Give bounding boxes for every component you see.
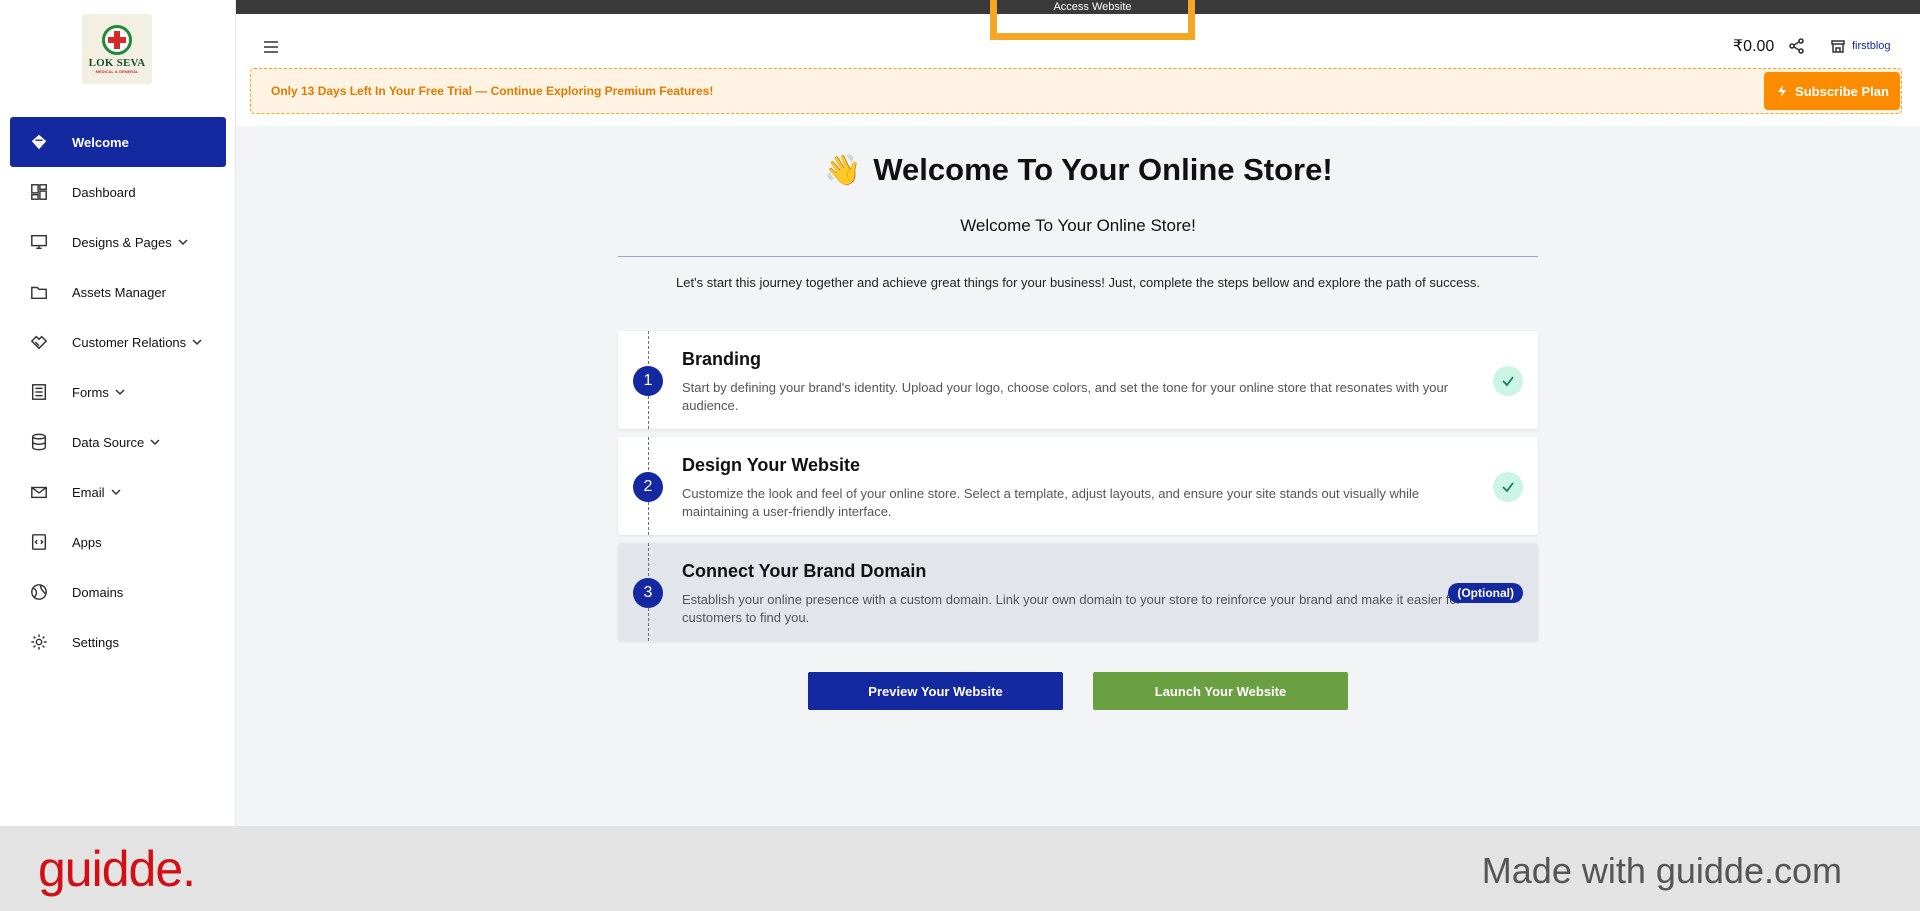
step-number: 3 xyxy=(633,578,663,608)
folder-icon xyxy=(30,283,48,301)
step-design-website[interactable]: 2 Design Your Website Customize the look… xyxy=(618,437,1538,535)
check-icon xyxy=(1493,472,1523,502)
sidebar-item-label: Settings xyxy=(72,634,119,650)
sidebar-item-label: Data Source xyxy=(72,434,145,450)
preview-website-button[interactable]: Preview Your Website xyxy=(808,672,1063,710)
steps-list: 1 Branding Start by defining your brand'… xyxy=(618,331,1538,649)
logo-text: LOK SEVA xyxy=(88,56,146,69)
sidebar-item-label: Dashboard xyxy=(72,184,136,200)
divider xyxy=(618,256,1538,257)
mail-icon xyxy=(30,483,48,501)
sidebar-item-customer-relations[interactable]: Customer Relations xyxy=(10,317,226,367)
hamburger-menu-icon[interactable] xyxy=(262,38,280,56)
sidebar: LOK SEVA MEDICAL & GENERAL Welcome Dashb… xyxy=(0,0,236,826)
sidebar-item-data-source[interactable]: Data Source xyxy=(10,417,226,467)
sidebar-item-label: Apps xyxy=(72,534,102,550)
wallet-balance: ₹0.00 xyxy=(1733,38,1775,55)
monitor-icon xyxy=(30,233,48,251)
lightning-icon xyxy=(1778,85,1787,97)
intro-text: Let's start this journey together and ac… xyxy=(676,275,1480,290)
trial-message: Only 13 Days Left In Your Free Trial — C… xyxy=(271,84,714,98)
chevron-down-icon xyxy=(115,387,125,397)
sidebar-item-label: Forms xyxy=(72,384,109,400)
apps-icon xyxy=(30,533,48,551)
globe-icon xyxy=(30,583,48,601)
sidebar-item-welcome[interactable]: Welcome xyxy=(10,117,226,167)
dashboard-icon xyxy=(30,183,48,201)
store-link[interactable]: firstblog xyxy=(1830,38,1891,54)
chevron-down-icon xyxy=(192,337,202,347)
check-icon xyxy=(1493,366,1523,396)
step-description: Start by defining your brand's identity.… xyxy=(682,380,1449,413)
sidebar-item-dashboard[interactable]: Dashboard xyxy=(10,167,226,217)
waving-hand-icon: 👋 xyxy=(824,153,862,187)
highlight-box xyxy=(990,0,1195,40)
sidebar-item-designs-pages[interactable]: Designs & Pages xyxy=(10,217,226,267)
chevron-down-icon xyxy=(178,237,188,247)
brand-logo[interactable]: LOK SEVA MEDICAL & GENERAL xyxy=(82,14,152,84)
sidebar-item-domains[interactable]: Domains xyxy=(10,567,226,617)
step-title: Design Your Website xyxy=(682,455,861,475)
form-icon xyxy=(30,383,48,401)
database-icon xyxy=(30,433,48,451)
made-with-text: Made with guidde.com xyxy=(1481,850,1842,891)
sidebar-item-assets-manager[interactable]: Assets Manager xyxy=(10,267,226,317)
sidebar-item-forms[interactable]: Forms xyxy=(10,367,226,417)
sidebar-item-label: Welcome xyxy=(72,134,129,150)
step-connect-domain[interactable]: 3 Connect Your Brand Domain Establish yo… xyxy=(618,543,1538,641)
sidebar-item-label: Domains xyxy=(72,584,124,600)
step-number: 2 xyxy=(633,472,663,502)
cross-emblem-icon xyxy=(102,24,132,55)
store-name: firstblog xyxy=(1852,40,1891,52)
sidebar-item-apps[interactable]: Apps xyxy=(10,517,226,567)
sidebar-item-settings[interactable]: Settings xyxy=(10,617,226,667)
sidebar-item-label: Designs & Pages xyxy=(72,234,172,250)
launch-website-button[interactable]: Launch Your Website xyxy=(1093,672,1348,710)
chevron-down-icon xyxy=(150,437,160,447)
step-title: Connect Your Brand Domain xyxy=(682,561,927,581)
step-title: Branding xyxy=(682,349,761,369)
share-icon[interactable] xyxy=(1788,37,1806,55)
sidebar-item-email[interactable]: Email xyxy=(10,467,226,517)
logo-subtext: MEDICAL & GENERAL xyxy=(95,68,139,74)
optional-badge: (Optional) xyxy=(1448,583,1523,603)
handshake-icon xyxy=(30,333,48,351)
page-title: 👋 Welcome To Your Online Store! xyxy=(824,152,1333,188)
guidde-logo: guidde. xyxy=(38,841,196,897)
footer: guidde. Made with guidde.com xyxy=(0,826,1920,911)
page-title-text: Welcome To Your Online Store! xyxy=(873,152,1333,187)
gear-icon xyxy=(30,633,48,651)
subscribe-label: Subscribe Plan xyxy=(1795,83,1889,99)
step-branding[interactable]: 1 Branding Start by defining your brand'… xyxy=(618,331,1538,429)
sidebar-item-label: Email xyxy=(72,484,105,500)
chevron-down-icon xyxy=(110,487,121,497)
page-subtitle: Welcome To Your Online Store! xyxy=(960,216,1196,235)
trial-banner: Only 13 Days Left In Your Free Trial — C… xyxy=(250,68,1902,114)
step-description: Customize the look and feel of your onli… xyxy=(682,486,1420,519)
sidebar-item-label: Customer Relations xyxy=(72,334,187,350)
sidebar-item-label: Assets Manager xyxy=(72,284,166,300)
store-icon xyxy=(1831,40,1845,53)
diamond-icon xyxy=(30,133,48,151)
step-description: Establish your online presence with a cu… xyxy=(682,592,1461,625)
subscribe-plan-button[interactable]: Subscribe Plan xyxy=(1764,72,1900,110)
sidebar-nav: Welcome Dashboard Designs & Pages Assets… xyxy=(10,117,226,667)
step-number: 1 xyxy=(633,366,663,396)
